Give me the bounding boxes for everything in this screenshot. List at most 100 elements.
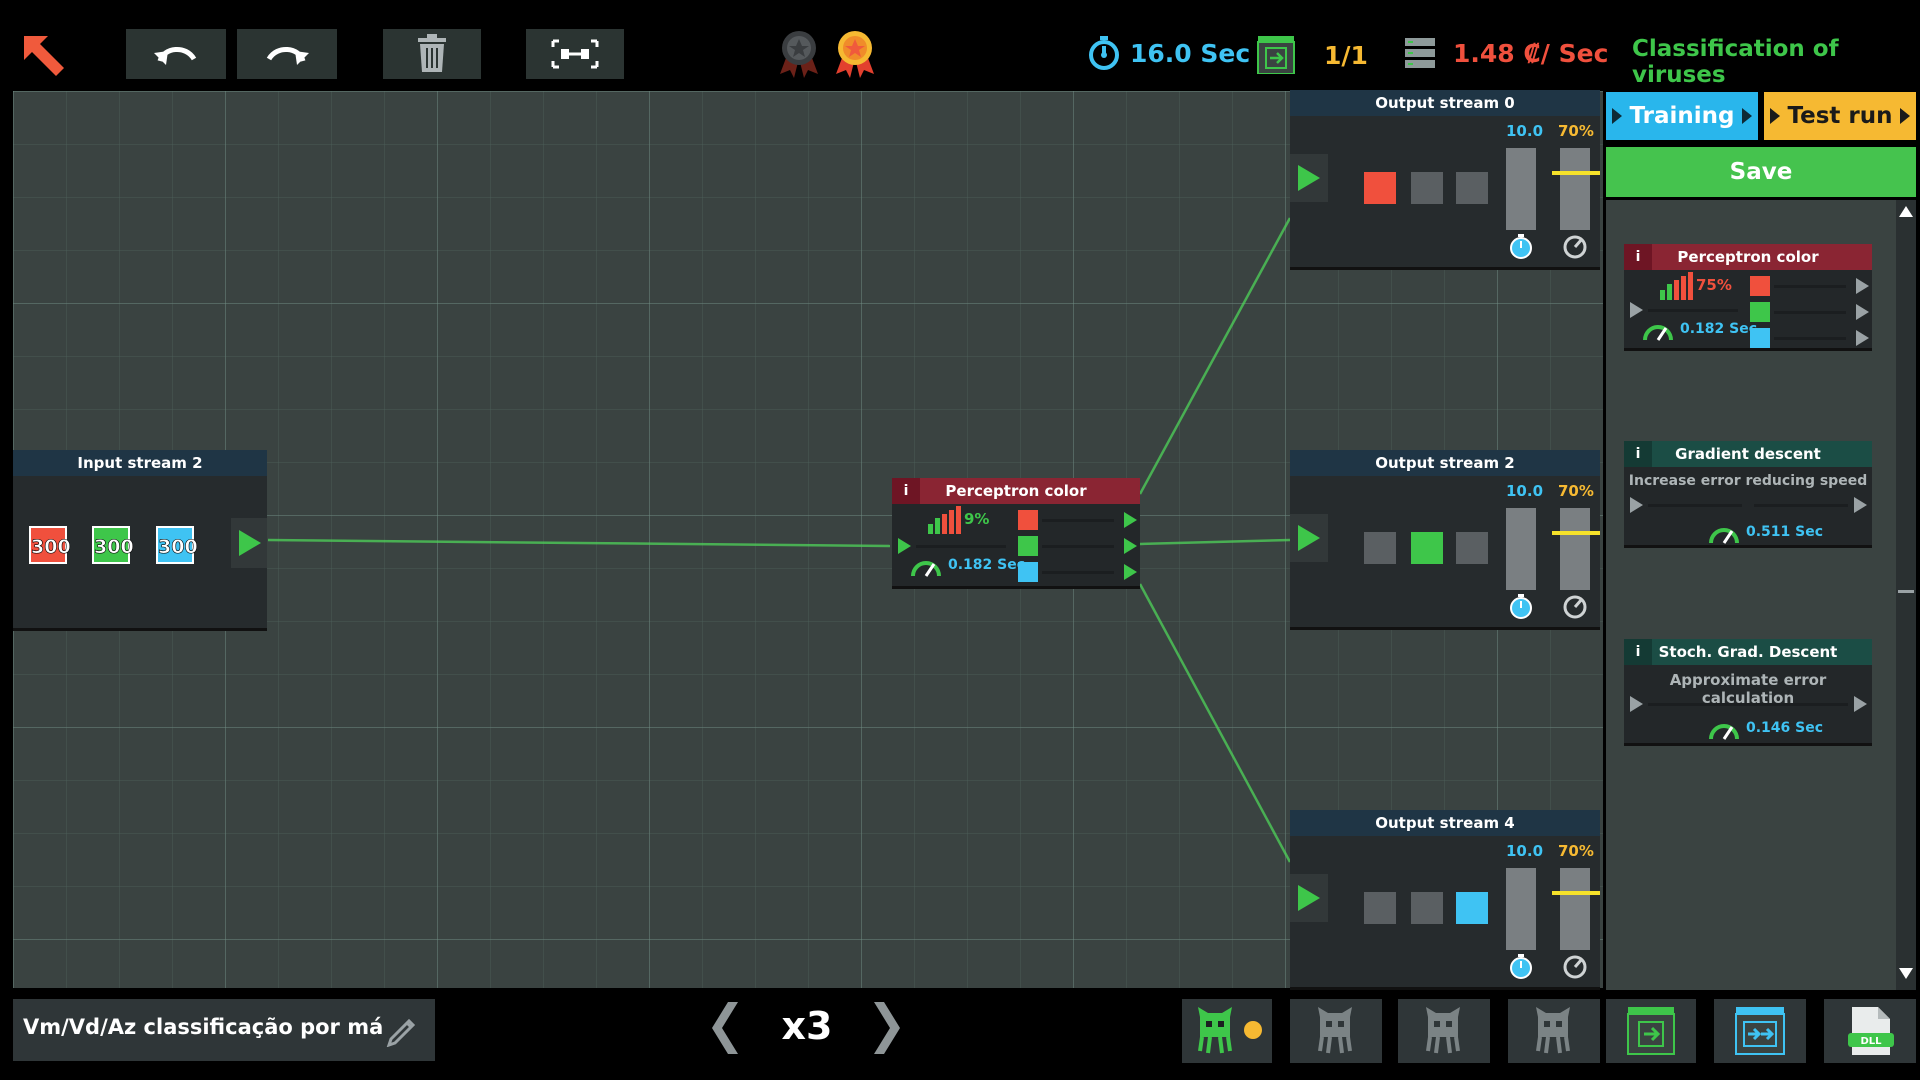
speed-value: 0.511 Sec [1746,524,1824,540]
slider-track [1774,337,1846,340]
palette-gradient-descent[interactable]: i Gradient descent Increase error reducin… [1624,441,1872,545]
training-button[interactable]: Training [1606,92,1758,140]
slider-track [1774,285,1846,288]
training-label: Training [1629,103,1735,129]
output-swatch-red [1364,892,1396,924]
color-swatch-blue [1750,328,1770,348]
color-swatch-red [1750,276,1770,296]
speed-multiplier: x3 [781,1004,833,1048]
threshold-value: 70% [1558,842,1594,860]
node-title: Perceptron color [945,482,1087,500]
target-gauge-icon [1563,235,1587,259]
output-swatch-green [1411,892,1443,924]
connection-perceptron-out2 [1139,538,1291,546]
save-button[interactable]: Save [1606,147,1916,197]
stopwatch-icon [1510,594,1532,619]
accuracy-bars-icon [1660,272,1693,300]
threshold-bar[interactable] [1560,508,1590,590]
threshold-value: 70% [1558,122,1594,140]
speed-value: 0.182 Sec [1680,321,1758,337]
scroll-down-icon[interactable] [1899,968,1913,979]
input-port[interactable] [1290,874,1328,922]
output-stream-node-4[interactable]: Output stream 4 10.0 70% [1290,810,1600,987]
speed-gauge-icon [1709,528,1739,544]
input-port[interactable] [1290,514,1328,562]
output-port[interactable] [231,518,267,568]
time-bar [1506,508,1536,590]
palette-item-title: Stoch. Grad. Descent [1658,643,1838,661]
info-button[interactable]: i [1624,441,1652,467]
node-title: Output stream 0 [1290,90,1600,116]
target-value: 10.0 [1506,482,1544,500]
perceptron-node[interactable]: i Perceptron color 9% 0.182 Sec [892,478,1140,586]
input-port[interactable] [1290,154,1328,202]
output-swatch-red [1364,172,1396,204]
robot-slot-active[interactable] [1182,999,1272,1063]
output-module-button[interactable] [1714,999,1806,1063]
robot-slot-4[interactable] [1508,999,1600,1063]
play-icon [1298,525,1320,551]
play-icon [1298,165,1320,191]
input-port [1630,302,1643,318]
palette-stochastic-gradient-descent[interactable]: i Stoch. Grad. Descent Approximate error … [1624,639,1872,743]
scroll-up-icon[interactable] [1899,206,1913,217]
target-gauge-icon [1563,595,1587,619]
palette-perceptron-color[interactable]: i Perceptron color 75% 0.182 Sec [1624,244,1872,348]
output-port-red[interactable] [1124,512,1137,528]
threshold-value: 70% [1558,482,1594,500]
scroll-thumb[interactable] [1898,590,1914,593]
robot-icon [1536,1007,1570,1054]
threshold-marker[interactable] [1552,531,1600,535]
speed-gauge-icon [911,561,941,577]
input-stream-node[interactable]: Input stream 2 300 300 300 [13,450,267,628]
input-value-blue: 300 [156,526,198,564]
speed-increase-button[interactable] [868,998,904,1058]
project-name-field[interactable]: Vm/Vd/Az classificação por má [13,999,435,1061]
output-port-blue[interactable] [1124,564,1137,580]
robot-slot-2[interactable] [1290,999,1382,1063]
accuracy-value: 9% [964,510,990,528]
test-run-button[interactable]: Test run [1764,92,1916,140]
output-stream-node-2[interactable]: Output stream 2 10.0 70% [1290,450,1600,627]
slider-track [1648,504,1742,507]
project-name[interactable]: Vm/Vd/Az classificação por má [23,1015,383,1039]
speed-value: 0.182 Sec [948,557,1026,573]
target-value: 10.0 [1506,122,1544,140]
chevron-left-icon [712,1002,738,1054]
input-module-button[interactable] [1606,999,1696,1063]
info-button[interactable]: i [892,478,920,504]
status-dot [1244,1021,1262,1039]
palette-scrollbar[interactable] [1896,200,1916,990]
threshold-bar[interactable] [1560,148,1590,230]
dll-export-button[interactable]: DLL [1824,999,1916,1063]
speed-decrease-button[interactable] [708,998,744,1058]
node-title: Output stream 4 [1290,810,1600,836]
slider-track [1774,311,1846,314]
input-port [1630,696,1643,712]
input-value-red: 300 [29,526,71,564]
robot-slot-3[interactable] [1398,999,1490,1063]
input-port [1630,497,1643,513]
color-swatch-blue [1018,562,1038,582]
threshold-marker[interactable] [1552,891,1600,895]
connection-perceptron-out0 [1138,217,1292,495]
input-port[interactable] [898,538,911,554]
threshold-marker[interactable] [1552,171,1600,175]
info-button[interactable]: i [1624,639,1652,665]
output-port [1854,696,1867,712]
info-button[interactable]: i [1624,244,1652,270]
palette-item-title: Gradient descent [1675,445,1821,463]
play-icon [1298,885,1320,911]
output-swatch-green [1411,532,1443,564]
palette-item-title: Perceptron color [1677,248,1819,266]
threshold-bar[interactable] [1560,868,1590,950]
output-port-green[interactable] [1124,538,1137,554]
output-swatch-green [1411,172,1443,204]
svg-text:DLL: DLL [1860,1036,1882,1047]
slider-track [1042,571,1114,574]
robot-icon [1198,1007,1232,1054]
input-module-icon [1627,1007,1675,1055]
connection-perceptron-out4 [1138,583,1292,863]
output-stream-node-0[interactable]: Output stream 0 10.0 70% [1290,90,1600,267]
pencil-icon[interactable] [385,1013,419,1047]
